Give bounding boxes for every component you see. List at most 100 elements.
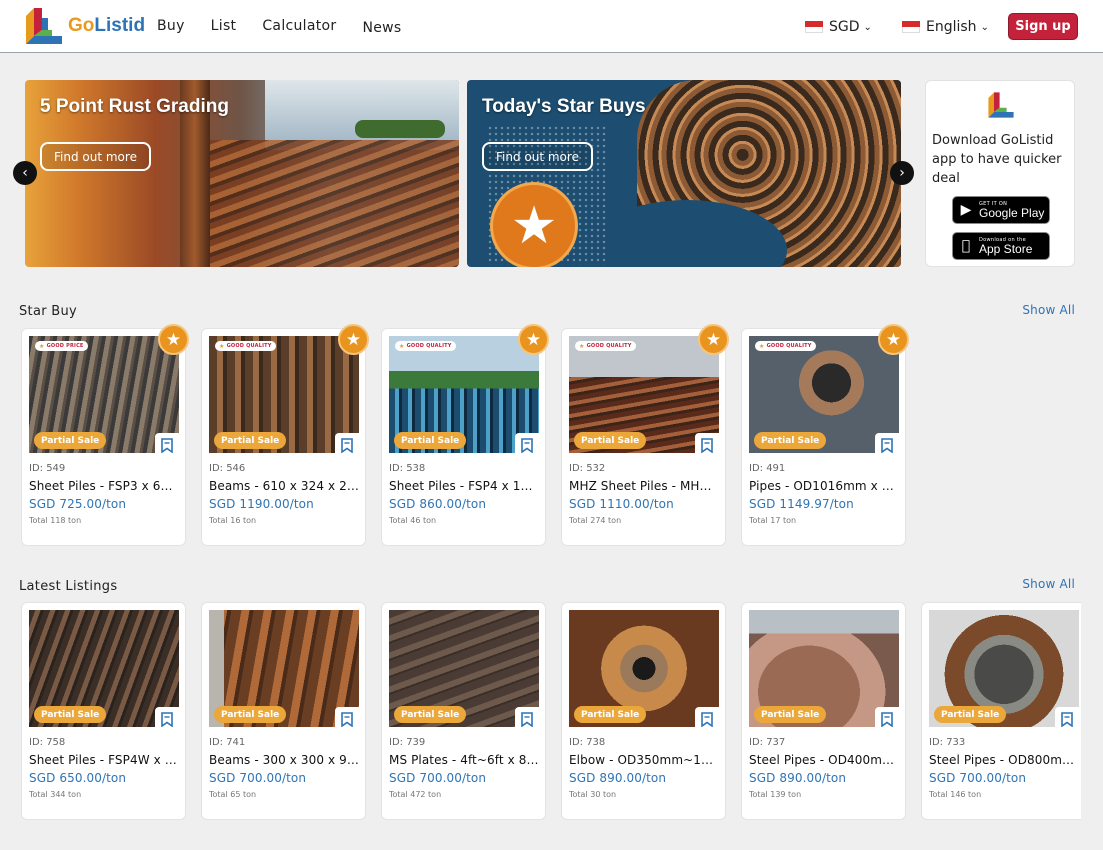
bookmark-icon[interactable] bbox=[155, 433, 179, 453]
singapore-flag-icon bbox=[902, 21, 920, 33]
bookmark-icon[interactable] bbox=[1055, 707, 1079, 727]
listing-id: ID: 738 bbox=[569, 737, 606, 748]
bookmark-icon[interactable] bbox=[695, 707, 719, 727]
star-icon: ★ bbox=[219, 342, 225, 350]
listing-price: SGD 1149.97/ton bbox=[749, 497, 854, 511]
top-header: GoListid Buy List Calculator News SGD ⌄ … bbox=[0, 0, 1103, 53]
banner-star-buys[interactable]: Today's Star Buys Find out more ★ bbox=[467, 80, 901, 267]
listing-image: Partial Sale bbox=[929, 610, 1079, 727]
golistid-logo-mark bbox=[26, 8, 62, 44]
currency-selector[interactable]: SGD ⌄ bbox=[805, 19, 872, 35]
star-buy-show-all-link[interactable]: Show All bbox=[1022, 303, 1075, 317]
star-icon: ★ bbox=[759, 342, 765, 350]
bookmark-icon[interactable] bbox=[875, 433, 899, 453]
listing-total: Total 46 ton bbox=[389, 516, 437, 525]
listing-card[interactable]: ★ GOOD PRICE Partial Sale ★ ID: 549 Sheet Pil… bbox=[21, 324, 189, 546]
language-selector[interactable]: English ⌄ bbox=[902, 19, 989, 35]
listing-image: Partial Sale bbox=[749, 610, 899, 727]
banner-rust-grading[interactable]: 5 Point Rust Grading Find out more bbox=[25, 80, 459, 267]
bookmark-icon[interactable] bbox=[515, 707, 539, 727]
listing-price: SGD 860.00/ton bbox=[389, 497, 487, 511]
listing-card[interactable]: ★ GOOD QUALITY Partial Sale ★ ID: 538 Sheet P… bbox=[381, 324, 549, 546]
star-buy-badge-icon: ★ bbox=[158, 324, 189, 355]
partial-sale-badge: Partial Sale bbox=[574, 432, 647, 449]
listing-image: Partial Sale bbox=[569, 610, 719, 727]
listing-id: ID: 538 bbox=[389, 463, 426, 474]
quality-tag: ★ GOOD QUALITY bbox=[395, 341, 456, 351]
listing-card[interactable]: Partial Sale ID: 737 Steel Pipes - OD400mm… bbox=[741, 602, 906, 820]
sign-up-button[interactable]: Sign up bbox=[1008, 13, 1078, 40]
currency-label: SGD bbox=[829, 19, 860, 35]
quality-tag: ★ GOOD QUALITY bbox=[215, 341, 276, 351]
listing-total: Total 146 ton bbox=[929, 790, 982, 799]
listing-card[interactable]: ★ GOOD QUALITY Partial Sale ★ ID: 491 Pipes -… bbox=[741, 324, 909, 546]
google-play-icon: ▶ bbox=[960, 202, 972, 218]
find-out-more-button[interactable]: Find out more bbox=[482, 142, 593, 171]
carousel-next-arrow-icon[interactable]: › bbox=[890, 161, 914, 185]
app-store-button[interactable]:  Download on theApp Store bbox=[952, 232, 1050, 260]
chevron-down-icon: ⌄ bbox=[980, 21, 989, 33]
listing-name: MHZ Sheet Piles - MHZ26 bbox=[569, 479, 719, 493]
listing-total: Total 274 ton bbox=[569, 516, 622, 525]
bookmark-icon[interactable] bbox=[875, 707, 899, 727]
listing-id: ID: 491 bbox=[749, 463, 786, 474]
golistid-wordmark: GoListid bbox=[68, 15, 146, 36]
promo-text: Download GoListid app to have quicker de… bbox=[932, 133, 1062, 186]
nav-calculator[interactable]: Calculator bbox=[262, 18, 336, 36]
latest-listings-heading: Latest Listings bbox=[19, 579, 118, 594]
nav-buy[interactable]: Buy bbox=[157, 18, 185, 36]
star-buy-heading: Star Buy bbox=[19, 304, 78, 319]
listing-name: Pipes - OD1016mm x 16mm bbox=[749, 479, 899, 493]
listing-name: Beams - 300 x 300 x 93kg/m bbox=[209, 753, 359, 767]
bookmark-icon[interactable] bbox=[335, 433, 359, 453]
listing-card[interactable]: ★ GOOD QUALITY Partial Sale ★ ID: 546 Beams -… bbox=[201, 324, 369, 546]
listing-card[interactable]: Partial Sale ID: 738 Elbow - OD350mm~1200m… bbox=[561, 602, 726, 820]
nav-list[interactable]: List bbox=[211, 18, 237, 36]
google-play-button[interactable]: ▶ GET IT ON Google Play bbox=[952, 196, 1050, 224]
find-out-more-button[interactable]: Find out more bbox=[40, 142, 151, 171]
partial-sale-badge: Partial Sale bbox=[574, 706, 647, 723]
language-label: English bbox=[926, 19, 977, 35]
golistid-logo-mark bbox=[988, 92, 1014, 118]
listing-card[interactable]: Partial Sale ID: 758 Sheet Piles - FSP4W x… bbox=[21, 602, 186, 820]
bookmark-icon[interactable] bbox=[695, 433, 719, 453]
listing-card[interactable]: Partial Sale ID: 733 Steel Pipes - OD800mm… bbox=[921, 602, 1081, 820]
listing-card[interactable]: Partial Sale ID: 739 MS Plates - 4ft~6ft x… bbox=[381, 602, 546, 820]
latest-show-all-link[interactable]: Show All bbox=[1022, 577, 1075, 591]
listing-card[interactable]: ★ GOOD QUALITY Partial Sale ★ ID: 532 MHZ She… bbox=[561, 324, 729, 546]
listing-image: ★ GOOD QUALITY Partial Sale bbox=[749, 336, 899, 453]
listing-name: Elbow - OD350mm~1200mm bbox=[569, 753, 719, 767]
listing-image: Partial Sale bbox=[29, 610, 179, 727]
listing-price: SGD 700.00/ton bbox=[209, 771, 307, 785]
listing-id: ID: 758 bbox=[29, 737, 66, 748]
listing-name: Beams - 610 x 324 x 285kg/m bbox=[209, 479, 359, 493]
listing-id: ID: 532 bbox=[569, 463, 606, 474]
listing-card[interactable]: Partial Sale ID: 741 Beams - 300 x 300 x 9… bbox=[201, 602, 366, 820]
partial-sale-badge: Partial Sale bbox=[214, 706, 287, 723]
listing-total: Total 472 ton bbox=[389, 790, 442, 799]
golistid-logo[interactable]: GoListid bbox=[24, 6, 145, 46]
singapore-flag-icon bbox=[805, 21, 823, 33]
listing-id: ID: 741 bbox=[209, 737, 246, 748]
quality-tag: ★ GOOD QUALITY bbox=[755, 341, 816, 351]
listing-price: SGD 650.00/ton bbox=[29, 771, 127, 785]
star-buy-badge-icon: ★ bbox=[878, 324, 909, 355]
bookmark-icon[interactable] bbox=[155, 707, 179, 727]
listing-price: SGD 890.00/ton bbox=[749, 771, 847, 785]
bookmark-icon[interactable] bbox=[515, 433, 539, 453]
listing-name: MS Plates - 4ft~6ft x 8ft~20ft bbox=[389, 753, 539, 767]
nav-news[interactable]: News bbox=[362, 20, 401, 36]
chevron-down-icon: ⌄ bbox=[863, 21, 872, 33]
listing-name: Sheet Piles - FSP3 x 6~12m bbox=[29, 479, 179, 493]
partial-sale-badge: Partial Sale bbox=[394, 706, 467, 723]
listing-total: Total 344 ton bbox=[29, 790, 82, 799]
apple-icon:  bbox=[953, 238, 979, 254]
listing-total: Total 118 ton bbox=[29, 516, 82, 525]
carousel-prev-arrow-icon[interactable]: ‹ bbox=[13, 161, 37, 185]
listing-name: Sheet Piles - FSP4 x 12m bbox=[389, 479, 539, 493]
partial-sale-badge: Partial Sale bbox=[394, 432, 467, 449]
listing-image: ★ GOOD QUALITY Partial Sale bbox=[209, 336, 359, 453]
listing-image: Partial Sale bbox=[209, 610, 359, 727]
listing-id: ID: 733 bbox=[929, 737, 966, 748]
bookmark-icon[interactable] bbox=[335, 707, 359, 727]
